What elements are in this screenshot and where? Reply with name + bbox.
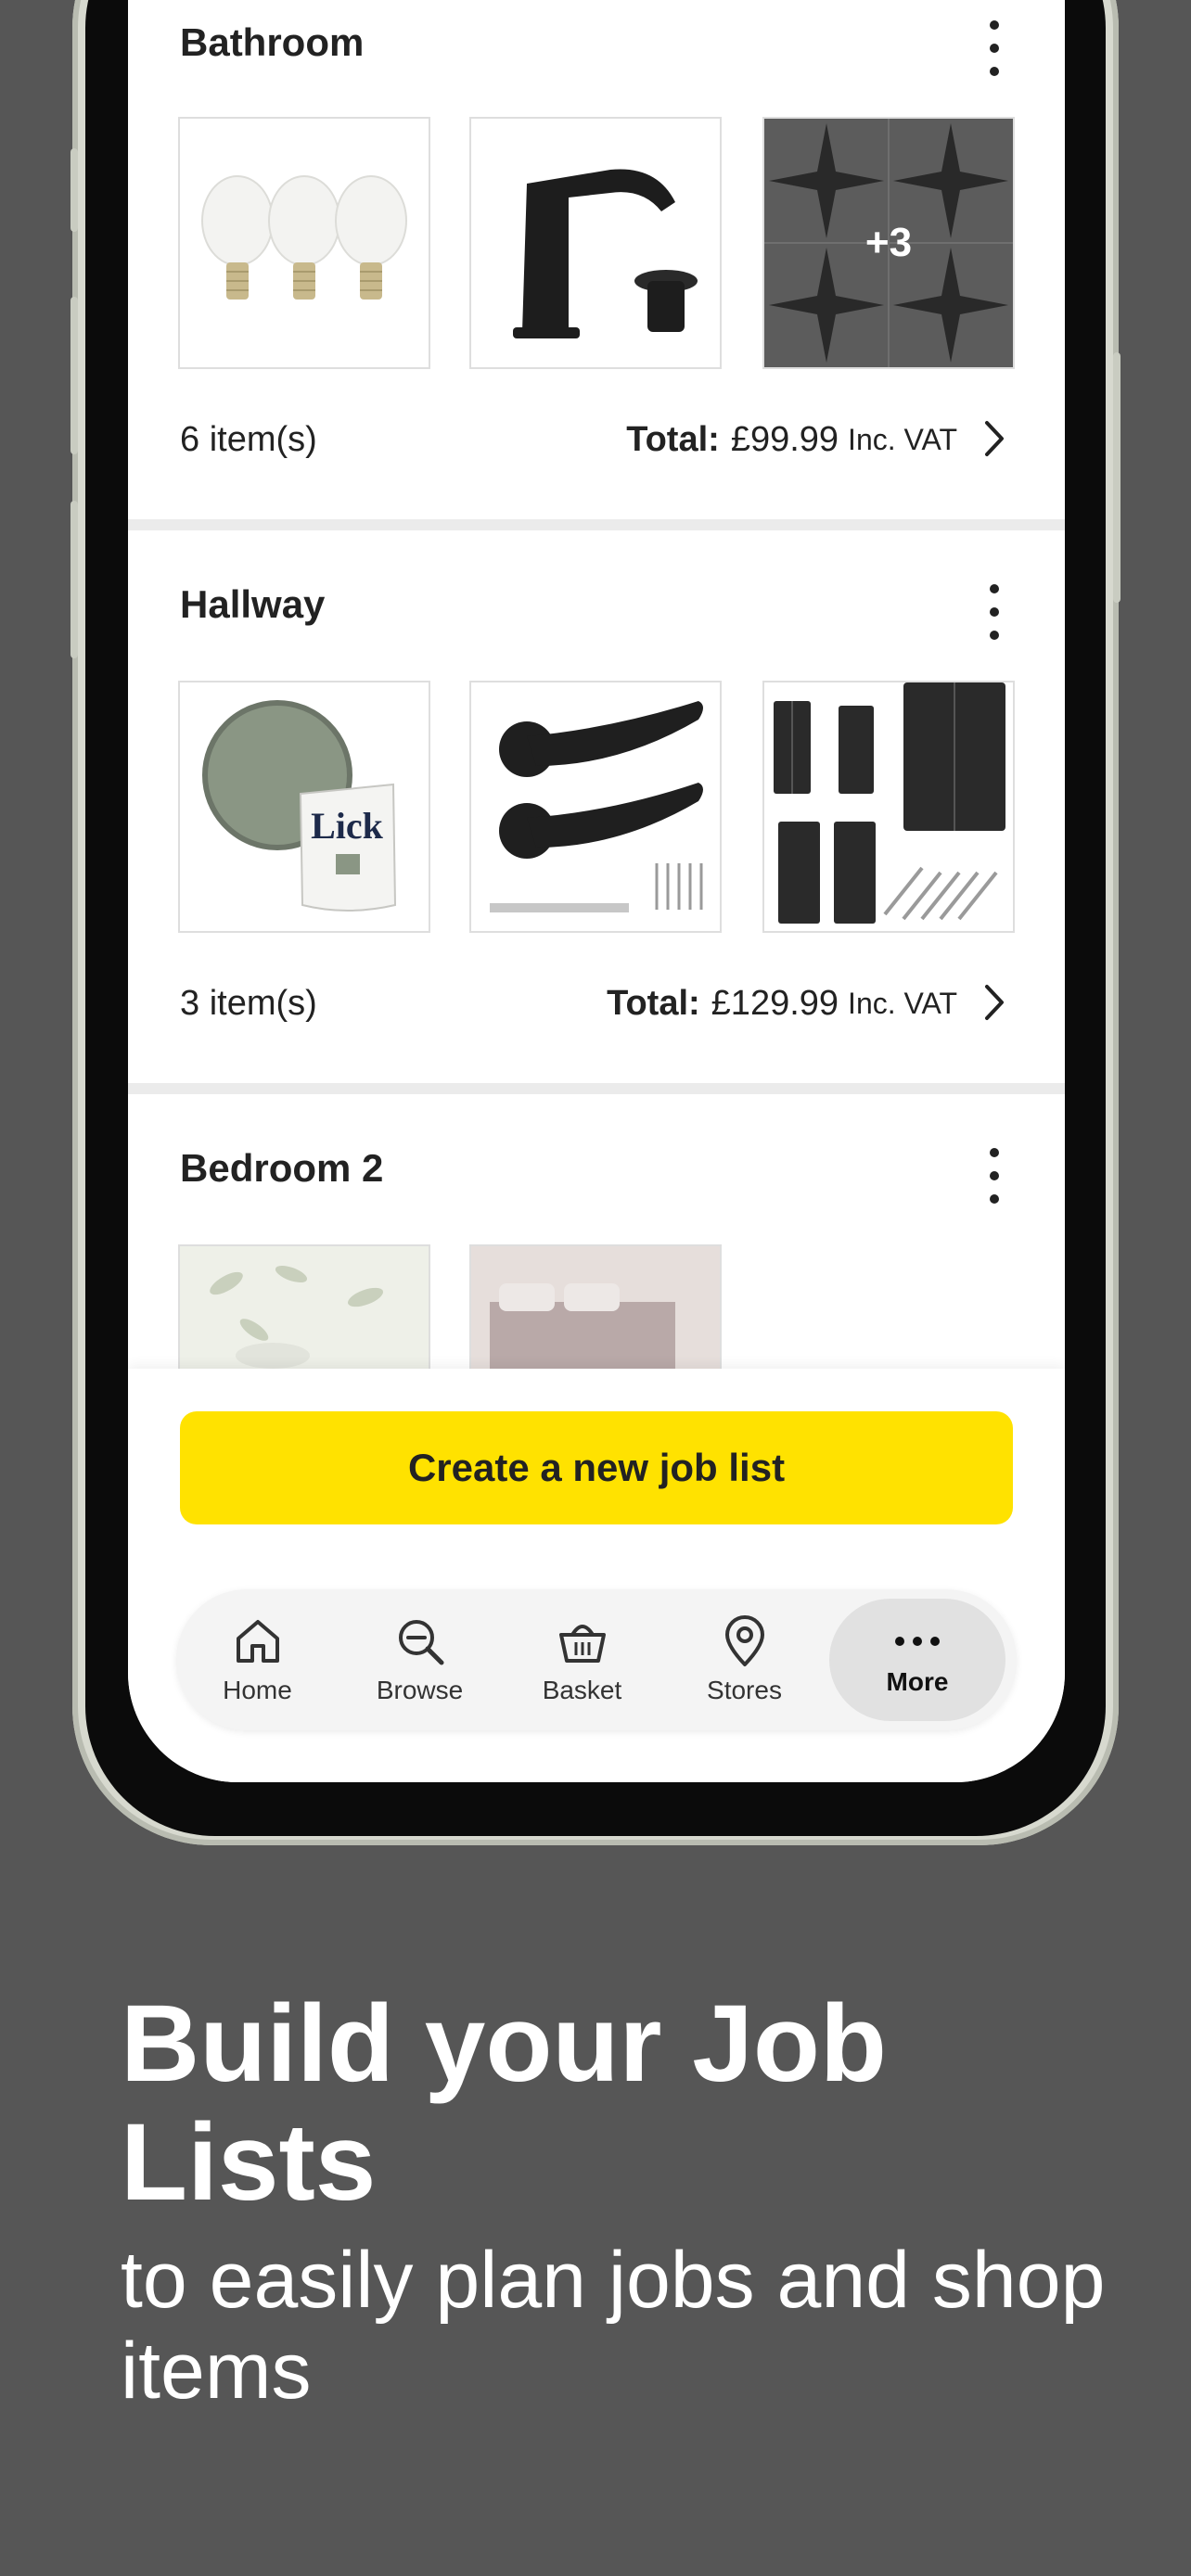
item-count: 3 item(s) [180,983,317,1023]
job-list-card-bedroom-2[interactable]: Bedroom 2 [128,1094,1065,1369]
chevron-right-icon[interactable] [976,979,1013,1026]
promo-headline: Build your Job Lists [121,1983,887,2224]
chevron-right-icon[interactable] [976,415,1013,462]
phone-power-button [1113,352,1121,603]
product-thumbnail-floor-tiles[interactable]: +3 [762,117,1015,369]
nav-label: More [886,1667,949,1696]
product-thumbnail-light-bulbs[interactable] [178,117,430,369]
nav-item-browse[interactable]: Browse [339,1589,501,1730]
bottom-navigation: Home Browse Basket Stores More [176,1589,1017,1730]
total-label: Total: [607,983,700,1023]
product-thumbnail-door-hinges[interactable] [762,681,1015,933]
phone-volume-up-button [70,297,78,454]
kebab-menu-icon[interactable] [976,20,1013,76]
job-lists-scroll[interactable]: Bathroom +3 6 item(s) Total: £99.99 Inc.… [128,0,1065,1369]
item-count: 6 item(s) [180,419,317,459]
promo-subline: to easily plan jobs and shop items [121,2236,1106,2416]
total-price: £99.99 [730,419,839,459]
total-label: Total: [626,419,720,459]
job-list-summary: 3 item(s) Total: £129.99 Inc. VAT [180,976,1013,1031]
svg-text:Lick: Lick [311,805,384,847]
product-thumbnail-door-handles[interactable] [469,681,722,933]
job-list-card-bathroom[interactable]: Bathroom +3 6 item(s) Total: £99.99 Inc.… [128,0,1065,519]
nav-label: Browse [376,1676,464,1704]
nav-item-basket[interactable]: Basket [501,1589,663,1730]
job-list-summary: 6 item(s) Total: £99.99 Inc. VAT [180,412,1013,467]
kebab-menu-icon[interactable] [976,584,1013,640]
nav-item-home[interactable]: Home [176,1589,339,1730]
basket-icon [558,1625,606,1663]
app-screen: Bathroom +3 6 item(s) Total: £99.99 Inc.… [128,0,1065,1782]
vat-note: Inc. VAT [848,986,957,1020]
nav-item-more[interactable]: More [829,1599,1005,1721]
kebab-menu-icon[interactable] [976,1148,1013,1204]
nav-label: Basket [542,1676,622,1704]
create-job-list-button[interactable]: Create a new job list [180,1411,1013,1524]
total-price: £129.99 [711,983,839,1023]
phone-side-button [70,148,78,232]
product-thumbnail-basin-tap[interactable] [469,117,722,369]
location-pin-icon [724,1615,764,1666]
home-icon [236,1620,279,1663]
search-icon [398,1620,443,1665]
phone-volume-down-button [70,501,78,658]
product-thumbnail-wallpaper[interactable] [178,1244,430,1369]
nav-label: Home [223,1676,292,1704]
more-items-count: +3 [864,220,913,265]
nav-label: Stores [707,1676,782,1704]
job-list-title: Bathroom [180,20,365,64]
nav-item-stores[interactable]: Stores [663,1589,826,1730]
job-list-title: Bedroom 2 [180,1146,384,1190]
job-list-title: Hallway [180,582,326,626]
vat-note: Inc. VAT [848,422,957,456]
product-thumbnail-lick-paint[interactable]: Lick [178,681,430,933]
job-list-card-hallway[interactable]: Hallway Lick 3 item(s) Total: £129.99 In… [128,530,1065,1083]
bottom-panel: Create a new job list Home Browse Basket… [128,1369,1065,1782]
product-thumbnail-bedding[interactable] [469,1244,722,1369]
ellipsis-icon [895,1637,940,1646]
